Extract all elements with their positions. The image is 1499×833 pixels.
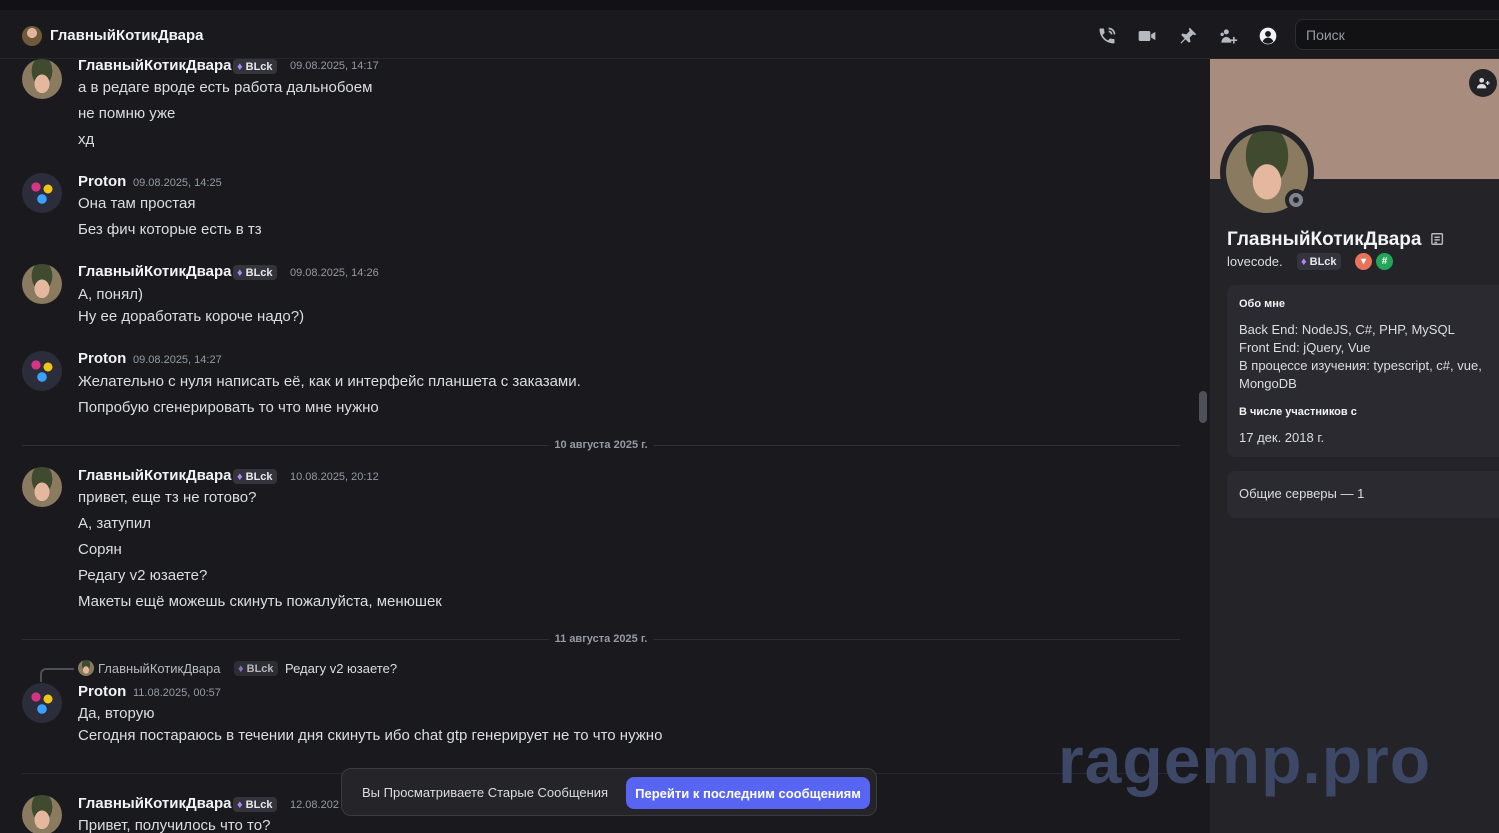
message-text: Желательно с нуля написать её, как и инт…: [78, 373, 581, 390]
flame-icon: ♦: [1301, 255, 1307, 268]
old-messages-bar: Вы Просматриваете Старые Сообщения Перей…: [341, 768, 877, 816]
add-friends-icon[interactable]: [1217, 25, 1239, 47]
message-text: Без фич которые есть в тз: [78, 221, 262, 238]
message-text: Да, вторую: [78, 705, 155, 722]
timestamp: 11.08.2025, 00:57: [133, 687, 221, 699]
note-icon[interactable]: [1431, 232, 1445, 246]
message-text: Сегодня постараюсь в течении дня скинуть…: [78, 727, 663, 744]
hashtag-badge-icon[interactable]: #: [1376, 253, 1393, 270]
avatar[interactable]: [22, 683, 62, 723]
server-tag[interactable]: ♦ BLck: [233, 469, 277, 484]
server-tag[interactable]: ♦ BLck: [233, 59, 277, 74]
message-text: А, понял): [78, 286, 143, 303]
user-profile-panel: ГлавныйКотикДвара lovecode. ♦ BLck ▾ # Об…: [1210, 59, 1499, 833]
reply-connector: [40, 668, 74, 682]
member-since-date: 17 дек. 2018 г.: [1239, 430, 1325, 445]
add-friend-icon[interactable]: [1469, 69, 1497, 97]
old-messages-notice: Вы Просматриваете Старые Сообщения: [362, 785, 609, 800]
flame-icon: ♦: [237, 60, 243, 73]
timestamp: 12.08.202: [290, 799, 339, 811]
timestamp: 09.08.2025, 14:27: [133, 354, 222, 366]
message-text: Попробую сгенерировать то что мне нужно: [78, 399, 379, 416]
channel-header: ГлавныйКотикДвара Поиск: [0, 10, 1499, 59]
discord-dm-window: ГлавныйКотикДвара Поиск ГлавныйКотикДвар…: [0, 0, 1499, 833]
message-list[interactable]: ГлавныйКотикДвара ♦ BLck 09.08.2025, 14:1…: [0, 59, 1210, 833]
date-divider: 11 августа 2025 г.: [22, 633, 1180, 645]
hypesquad-badge-icon[interactable]: ▾: [1355, 253, 1372, 270]
author-name[interactable]: ГлавныйКотикДвара: [78, 263, 232, 280]
message-text: Привет, получилось что то?: [78, 817, 271, 833]
window-top-strip: [0, 0, 1499, 10]
watermark: ragemp.pro: [1058, 723, 1432, 797]
phone-call-icon[interactable]: [1096, 25, 1118, 47]
about-card: Обо мне Back End: NodeJS, C#, PHP, MySQL…: [1227, 285, 1499, 457]
avatar[interactable]: [22, 264, 62, 304]
channel-title[interactable]: ГлавныйКотикДвара: [50, 27, 204, 44]
timestamp: 09.08.2025, 14:25: [133, 177, 222, 189]
reply-avatar[interactable]: [78, 660, 94, 676]
about-text: MongoDB: [1239, 376, 1297, 391]
avatar[interactable]: [22, 795, 62, 833]
author-name[interactable]: Proton: [78, 173, 126, 190]
about-heading: Обо мне: [1239, 298, 1286, 310]
profile-username: lovecode.: [1227, 254, 1283, 269]
date-divider: 10 августа 2025 г.: [22, 439, 1180, 451]
about-text: Back End: NodeJS, C#, PHP, MySQL: [1239, 322, 1455, 337]
offline-status-icon: [1285, 189, 1307, 211]
scrollbar-thumb[interactable]: [1199, 391, 1207, 423]
message-text: Редагу v2 юзаете?: [78, 567, 208, 584]
profile-display-name: ГлавныйКотикДвара: [1227, 229, 1422, 250]
message-text: а в редаге вроде есть работа дальнобоем: [78, 79, 373, 96]
reply-author[interactable]: ГлавныйКотикДвара: [98, 661, 221, 676]
message-text: хд: [78, 131, 95, 148]
author-name[interactable]: ГлавныйКотикДвара: [78, 467, 232, 484]
flame-icon: ♦: [237, 798, 243, 811]
reply-text[interactable]: Редагу v2 юзаете?: [285, 661, 397, 676]
message-text: не помню уже: [78, 105, 176, 122]
search-input[interactable]: Поиск: [1295, 19, 1499, 50]
reply-server-tag: ♦ BLck: [234, 661, 278, 676]
author-name[interactable]: ГлавныйКотикДвара: [78, 795, 232, 812]
about-text: В процессе изучения: typescript, c#, vue…: [1239, 358, 1482, 373]
flame-icon: ♦: [237, 266, 243, 279]
author-name[interactable]: Proton: [78, 350, 126, 367]
server-tag[interactable]: ♦ BLck: [233, 797, 277, 812]
mutual-servers-card[interactable]: Общие серверы — 1: [1227, 471, 1499, 518]
message-text: Сорян: [78, 541, 122, 558]
avatar[interactable]: [22, 173, 62, 213]
author-name[interactable]: ГлавныйКотикДвара: [78, 59, 232, 74]
member-since-heading: В числе участников с: [1239, 406, 1357, 418]
author-name[interactable]: Proton: [78, 683, 126, 700]
avatar[interactable]: [22, 59, 62, 99]
timestamp: 09.08.2025, 14:17: [290, 60, 379, 72]
message-text: Ну ее доработать короче надо?): [78, 308, 305, 325]
message-text: Она там простая: [78, 195, 196, 212]
timestamp: 10.08.2025, 20:12: [290, 471, 379, 483]
message-text: привет, еще тз не готово?: [78, 489, 257, 506]
video-call-icon[interactable]: [1136, 25, 1158, 47]
jump-to-latest-button[interactable]: Перейти к последним сообщениям: [626, 777, 870, 809]
about-text: Front End: jQuery, Vue: [1239, 340, 1371, 355]
user-profile-icon[interactable]: [1257, 25, 1279, 47]
pin-icon[interactable]: [1177, 25, 1199, 47]
message-text: А, затупил: [78, 515, 152, 532]
avatar[interactable]: [22, 351, 62, 391]
mutual-servers-label: Общие серверы — 1: [1239, 486, 1365, 501]
header-avatar[interactable]: [22, 26, 42, 46]
message-text: Макеты ещё можешь скинуть пожалуйста, ме…: [78, 593, 442, 610]
flame-icon: ♦: [238, 662, 244, 675]
profile-server-tag[interactable]: ♦ BLck: [1297, 253, 1341, 270]
timestamp: 09.08.2025, 14:26: [290, 267, 379, 279]
avatar[interactable]: [22, 467, 62, 507]
flame-icon: ♦: [237, 470, 243, 483]
server-tag[interactable]: ♦ BLck: [233, 265, 277, 280]
